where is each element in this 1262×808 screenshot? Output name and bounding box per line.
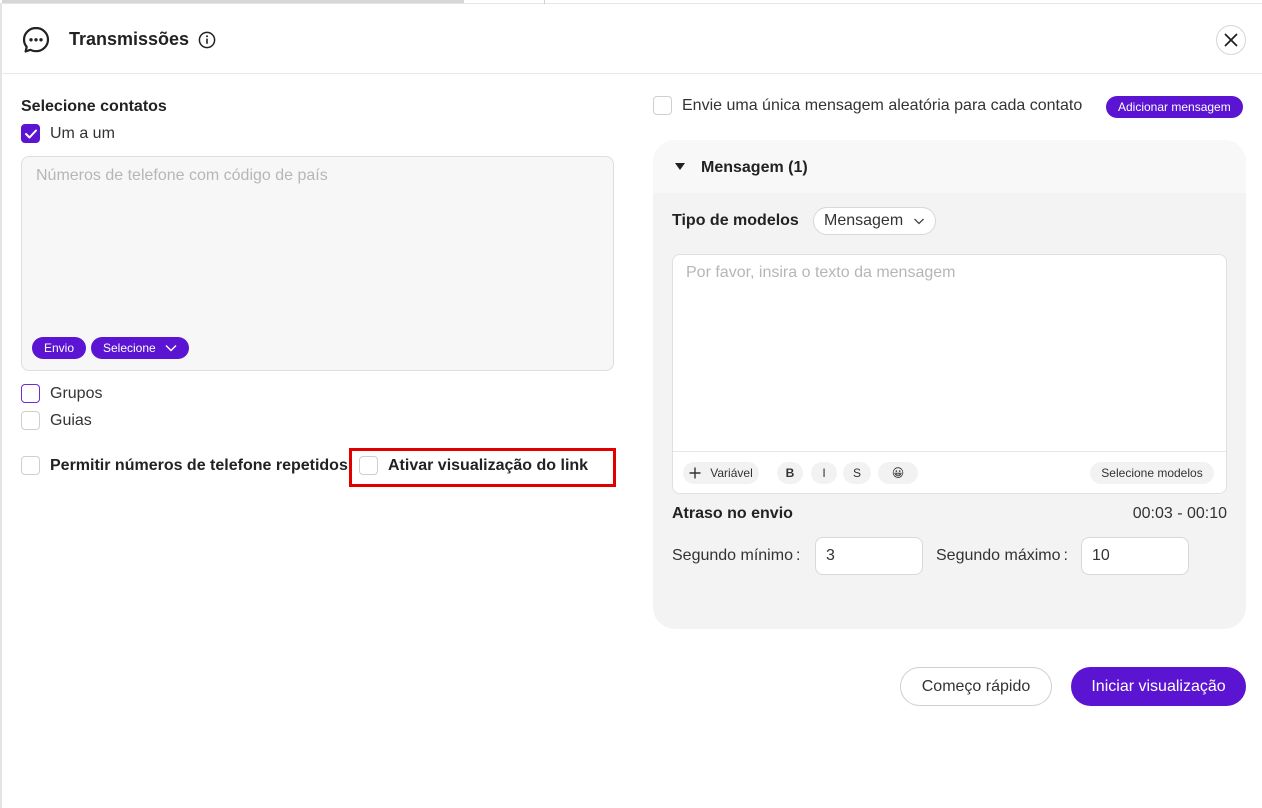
quick-start-button[interactable]: Começo rápido — [900, 667, 1052, 706]
add-message-label: Adicionar mensagem — [1118, 100, 1231, 114]
message-editor: Variável B I S 😀 Selecione modelos — [672, 254, 1227, 494]
groups-checkbox[interactable] — [21, 384, 40, 403]
min-seconds-label: Segundo mínimo: — [672, 547, 801, 564]
strike-label: S — [852, 466, 861, 480]
italic-button[interactable]: I — [811, 462, 837, 484]
message-text-input[interactable] — [673, 255, 1226, 451]
tabs-option[interactable]: Guias — [21, 411, 92, 430]
dialog-title: Transmissões — [69, 29, 190, 49]
allow-repeated-label: Permitir números de telefone repetidos — [50, 456, 348, 474]
quick-start-label: Começo rápido — [921, 677, 1031, 695]
tabs-checkbox[interactable] — [21, 411, 40, 430]
send-label: Envio — [44, 341, 75, 355]
message-panel: Mensagem (1) Tipo de modelos Mensagem Va… — [653, 140, 1246, 629]
start-preview-button[interactable]: Iniciar visualização — [1071, 667, 1246, 706]
groups-label: Grupos — [50, 384, 103, 402]
emoji-icon: 😀 — [891, 466, 905, 480]
chevron-down-icon — [165, 345, 177, 352]
info-icon[interactable] — [198, 31, 216, 49]
strikethrough-button[interactable]: S — [843, 462, 871, 484]
select-dropdown-button[interactable]: Selecione — [91, 337, 189, 359]
window-left-border — [0, 4, 2, 808]
template-type-label: Tipo de modelos — [672, 212, 799, 229]
link-preview-label: Ativar visualização do link — [388, 456, 589, 474]
max-seconds-label: Segundo máximo: — [936, 547, 1068, 564]
one-by-one-checkbox[interactable] — [21, 124, 40, 143]
top-strip-divider — [544, 0, 545, 4]
one-by-one-label: Um a um — [50, 124, 115, 142]
random-message-label: Envie uma única mensagem aleatória para … — [682, 96, 1083, 114]
editor-toolbar: Variável B I S 😀 Selecione modelos — [673, 451, 1226, 493]
window-top-strip — [0, 0, 1262, 4]
send-delay-range: 00:03 - 00:10 — [1132, 505, 1227, 522]
random-message-checkbox[interactable] — [653, 96, 672, 115]
select-templates-label: Selecione modelos — [1101, 466, 1203, 480]
max-seconds-input[interactable] — [1081, 537, 1189, 575]
message-panel-header[interactable]: Mensagem (1) — [653, 140, 1246, 193]
allow-repeated-option[interactable]: Permitir números de telefone repetidos — [21, 456, 348, 475]
chevron-down-icon — [914, 218, 924, 225]
close-button[interactable] — [1216, 25, 1246, 55]
variable-label: Variável — [710, 466, 753, 480]
allow-repeated-checkbox[interactable] — [21, 456, 40, 475]
one-by-one-option[interactable]: Um a um — [21, 124, 115, 143]
groups-option[interactable]: Grupos — [21, 384, 102, 403]
link-preview-option[interactable]: Ativar visualização do link — [359, 456, 588, 475]
min-seconds-input[interactable] — [815, 537, 923, 575]
collapse-triangle-icon[interactable] — [675, 163, 685, 170]
add-message-button[interactable]: Adicionar mensagem — [1106, 96, 1243, 118]
close-icon — [1224, 33, 1238, 47]
template-type-value: Mensagem — [824, 212, 904, 229]
tabs-label: Guias — [50, 411, 92, 429]
send-button[interactable]: Envio — [32, 337, 87, 359]
link-preview-checkbox[interactable] — [359, 456, 378, 475]
phone-numbers-input[interactable] — [22, 157, 613, 327]
plus-icon — [689, 467, 701, 479]
message-panel-title: Mensagem (1) — [701, 159, 808, 176]
dialog-header: Transmissões — [2, 5, 1262, 74]
send-delay-label: Atraso no envio — [672, 505, 793, 522]
bold-label: B — [785, 466, 795, 480]
start-preview-label: Iniciar visualização — [1091, 677, 1226, 695]
top-strip-segment — [2, 0, 464, 3]
emoji-button[interactable]: 😀 — [878, 462, 918, 484]
chat-bubble-icon — [21, 25, 51, 55]
italic-label: I — [822, 466, 826, 480]
phone-numbers-box: Envio Selecione — [21, 156, 614, 371]
random-message-option[interactable]: Envie uma única mensagem aleatória para … — [653, 96, 1082, 115]
template-type-select[interactable]: Mensagem — [813, 207, 936, 235]
check-icon — [24, 129, 37, 138]
select-label: Selecione — [103, 341, 156, 355]
select-contacts-title: Selecione contatos — [21, 98, 167, 115]
select-templates-button[interactable]: Selecione modelos — [1090, 462, 1214, 484]
variable-button[interactable]: Variável — [683, 462, 759, 484]
bold-button[interactable]: B — [777, 462, 803, 484]
